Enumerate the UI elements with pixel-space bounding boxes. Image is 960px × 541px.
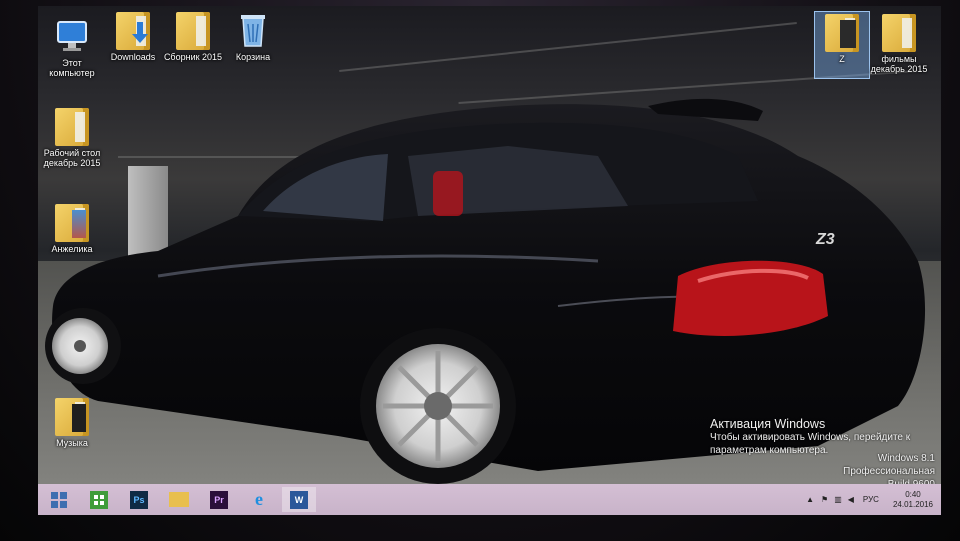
desktop-screen: Z3 Этот компьютер Downloads Сборник 2015 (38, 6, 941, 515)
premiere-icon: Pr (210, 490, 228, 509)
taskbar-photoshop[interactable]: Ps (122, 487, 156, 512)
desktop-icon-desktop-december-2015[interactable]: Рабочий стол декабрь 2015 (41, 106, 103, 168)
car-rear-hub (424, 392, 452, 420)
folder-icon (54, 396, 90, 436)
flag-icon[interactable]: ⚑ (818, 495, 831, 504)
folder-icon (54, 106, 90, 146)
desktop-icon-downloads[interactable]: Downloads (102, 10, 164, 62)
taskbar-word[interactable]: W (282, 487, 316, 512)
file-explorer-icon (169, 492, 189, 507)
start-button[interactable] (42, 487, 76, 512)
volume-icon[interactable]: ◀ (845, 495, 857, 504)
desktop-icon-label: Музыка (56, 438, 88, 448)
taskbar-file-explorer[interactable] (162, 487, 196, 512)
activation-watermark: Активация Windows Чтобы активировать Win… (710, 417, 910, 457)
folder-icon (881, 12, 917, 52)
system-tray: ▲ ⚑ ▥ ◀ РУС 0:40 24.01.2016 (802, 484, 941, 515)
car-z3-badge: Z3 (815, 231, 835, 248)
photoshop-icon: Ps (130, 490, 148, 509)
windows-logo-icon (51, 491, 67, 508)
downloads-folder-icon (115, 10, 151, 50)
clock-date: 24.01.2016 (892, 499, 933, 509)
folder-icon (54, 202, 90, 242)
internet-explorer-icon: e (255, 489, 263, 509)
car-red-seat (433, 171, 463, 216)
taskbar: Ps Pr e W ▲ ⚑ ▥ ◀ РУС 0:40 24.01.2016 (38, 484, 941, 515)
windows-edition: Windows 8.1 Профессиональная (843, 453, 935, 477)
desktop-icon-label: Сборник 2015 (163, 52, 223, 62)
desktop-icon-anzhelika[interactable]: Анжелика (41, 202, 103, 254)
desktop-icon-label: фильмы декабрь 2015 (870, 54, 928, 74)
clock-time: 0:40 (905, 489, 921, 499)
clock[interactable]: 0:40 24.01.2016 (885, 490, 941, 510)
computer-icon (54, 16, 90, 56)
desktop-icon-films-december-2015[interactable]: фильмы декабрь 2015 (868, 12, 930, 74)
taskbar-internet-explorer[interactable]: e (242, 487, 276, 512)
desktop-icon-label: Этот компьютер (49, 58, 95, 78)
taskbar-store[interactable] (82, 487, 116, 512)
desktop-icon-label: Корзина (235, 52, 271, 62)
word-icon: W (290, 490, 308, 509)
desktop-icon-z[interactable]: Z (814, 11, 870, 79)
activation-line1: Чтобы активировать Windows, перейдите к (710, 432, 911, 443)
car-front-hub (74, 340, 86, 352)
desktop-icon-music[interactable]: Музыка (41, 396, 103, 448)
folder-icon (175, 10, 211, 50)
store-icon (90, 490, 108, 509)
desktop-icon-recycle-bin[interactable]: Корзина (222, 10, 284, 62)
desktop-icon-this-pc[interactable]: Этот компьютер (41, 16, 103, 78)
desktop-icon-label: Z (839, 54, 845, 64)
tray-overflow-chevron-up-icon[interactable]: ▲ (802, 495, 818, 504)
folder-icon (824, 12, 860, 52)
desktop-icon-label: Анжелика (51, 244, 93, 254)
desktop-icon-label: Рабочий стол декабрь 2015 (43, 148, 101, 168)
desktop-icon-sbornik-2015[interactable]: Сборник 2015 (162, 10, 224, 62)
input-language[interactable]: РУС (857, 495, 885, 504)
desktop-icon-label: Downloads (110, 52, 156, 62)
activation-title: Активация Windows (710, 417, 826, 431)
network-icon[interactable]: ▥ (831, 495, 845, 504)
recycle-bin-icon (235, 10, 271, 50)
taskbar-premiere[interactable]: Pr (202, 487, 236, 512)
